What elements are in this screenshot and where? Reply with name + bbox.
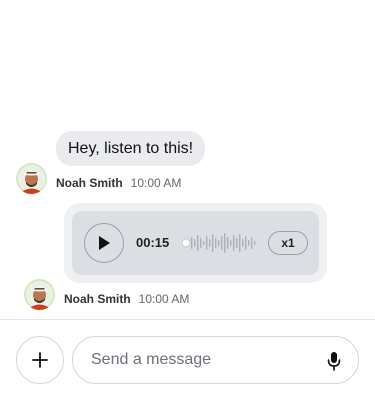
message-meta: Noah Smith 10:00 AM [56,176,181,190]
play-button[interactable] [84,223,124,263]
message-input[interactable] [89,350,313,370]
scrubber-handle [182,238,191,248]
play-icon [99,236,110,250]
timestamp: 10:00 AM [138,292,190,306]
avatar-image [24,279,55,310]
voice-record-button[interactable] [324,350,344,372]
avatar-image [16,163,47,194]
timestamp: 10:00 AM [130,176,182,190]
voice-duration: 00:15 [136,235,170,250]
avatar[interactable] [24,279,55,310]
avatar[interactable] [16,163,47,194]
message-bubble[interactable]: Hey, listen to this! [56,131,206,166]
message-input-container [72,336,359,384]
author-name: Noah Smith [56,176,123,190]
author-name: Noah Smith [64,292,131,306]
waveform[interactable] [182,231,262,255]
plus-icon [32,352,48,368]
voice-player: 00:15 x1 [72,211,319,275]
voice-message-bubble: 00:15 x1 [64,203,327,283]
chat-screen: Hey, listen to this! Noah Smith 10:00 AM… [0,0,375,400]
add-attachment-button[interactable] [16,336,64,384]
playback-speed-label: x1 [281,236,295,250]
microphone-icon [327,352,341,371]
playback-speed-button[interactable]: x1 [268,231,308,255]
message-meta: Noah Smith 10:00 AM [64,292,189,306]
composer-divider [0,319,375,320]
message-text: Hey, listen to this! [68,139,194,157]
